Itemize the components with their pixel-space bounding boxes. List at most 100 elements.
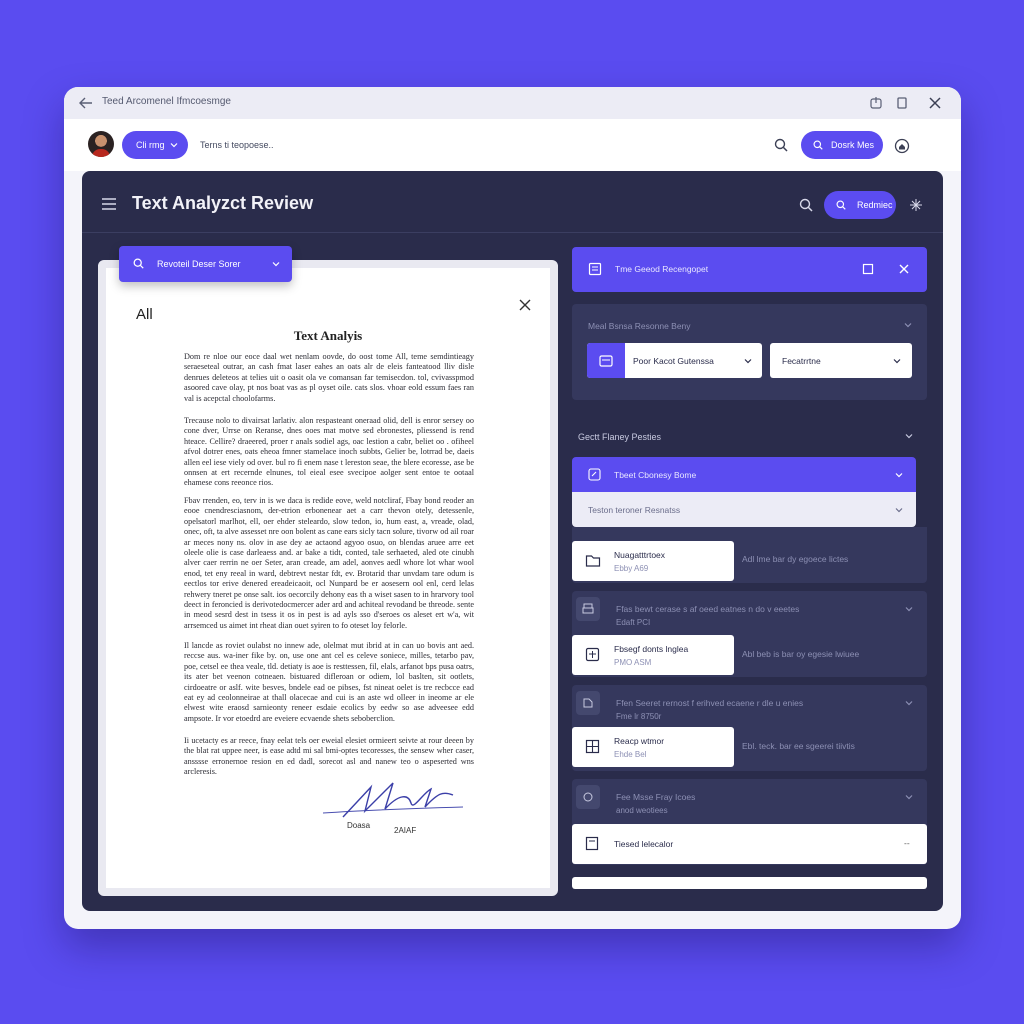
result-row: Fee Msse Fray Icoes anod weotiees Tiesed…	[572, 779, 927, 865]
share-icon[interactable]	[868, 95, 884, 111]
result-card-title: Tiesed lelecalor	[614, 839, 674, 849]
property-item-label: Tbeet Cbonesy Bome	[614, 470, 697, 480]
document-paragraph: Il lancde as roviet oulabst no innew ade…	[184, 641, 474, 723]
result-card-title: Reacp wtmor	[614, 736, 665, 746]
result-row-title: Ffas bewt cerase s af oeed eatnes n do v…	[616, 604, 800, 614]
result-card[interactable]: Tiesed lelecalor --	[572, 824, 927, 864]
category-dropdown[interactable]: Poor Kacot Gutenssa	[587, 343, 762, 378]
file-icon	[585, 836, 599, 851]
title-bar: Teed Arcomenel Ifmcoesmge	[64, 87, 961, 119]
result-card[interactable]: Reacp wtmor Ehde Bel	[572, 727, 734, 767]
filter-dropdown[interactable]: Cli rmg	[122, 131, 188, 159]
signature-image	[322, 782, 464, 818]
close-window-icon[interactable]	[927, 95, 943, 111]
signature-name: Doasa	[347, 821, 371, 830]
property-subitem[interactable]: Teston teroner Resnatss	[572, 492, 916, 527]
result-header-card[interactable]: Tme Geeod Recengopet	[572, 247, 927, 292]
document-section-label: All	[136, 306, 153, 323]
document-panel: All Text Analyis Dom re nloe our eoce da…	[98, 260, 558, 896]
top-bar: Cli rmg Terns ti teopoese.. Dosrk Mes	[64, 119, 961, 171]
feature-dropdown-label: Fecatrrtne	[782, 356, 821, 366]
image-icon	[585, 647, 600, 662]
close-icon[interactable]	[898, 263, 910, 275]
document-paragraph: Ii ucetacty es ar reece, fnay eelat tels…	[184, 736, 474, 777]
document-search-label: Revoteil Deser Sorer	[157, 259, 241, 269]
search-icon	[813, 140, 823, 150]
result-card[interactable]: Fbsegf donts lnglea PMO ASM	[572, 635, 734, 675]
result-card-subtitle: PMO ASM	[614, 658, 652, 667]
review-sidebar: Tme Geeod Recengopet Meal Bsnsa Resonne …	[572, 171, 927, 911]
document-icon	[588, 262, 602, 276]
feature-dropdown[interactable]: Fecatrrtne	[770, 343, 912, 378]
result-row: Ffas bewt cerase s af oeed eatnes n do v…	[572, 591, 927, 677]
search-icon	[133, 258, 144, 269]
user-avatar[interactable]	[88, 131, 114, 157]
home-icon[interactable]	[894, 138, 910, 154]
row-icon-box	[576, 691, 600, 715]
menu-icon[interactable]	[102, 198, 116, 210]
window-title: Teed Arcomenel Ifmcoesmge	[102, 96, 231, 107]
document-search-dropdown[interactable]: Revoteil Deser Sorer	[119, 246, 292, 282]
chevron-down-icon	[744, 359, 752, 364]
result-row-subtitle: Fme lr 8750r	[616, 712, 662, 721]
chevron-down-icon[interactable]	[904, 792, 914, 802]
result-row-subtitle: anod weotiees	[616, 806, 668, 815]
chevron-down-icon[interactable]	[903, 320, 913, 330]
result-row: Nuagatttrtoex Ebby A69 Adl lme bar dy eg…	[572, 527, 927, 583]
document-title: Text Analyis	[293, 328, 363, 343]
result-header-title: Tme Geeod Recengopet	[615, 264, 709, 274]
row-icon-box	[576, 597, 600, 621]
chevron-down-icon	[895, 473, 903, 478]
result-card-title: Nuagatttrtoex	[614, 550, 666, 560]
app-main: Text Analyzct Review Redmiec All Text An…	[82, 171, 943, 911]
result-card-subtitle: Ebby A69	[614, 564, 649, 573]
category-dropdown-icon-box	[587, 343, 625, 378]
property-item-active[interactable]: Tbeet Cbonesy Bome	[572, 457, 916, 492]
result-side-text: Adl lme bar dy egoece lictes	[742, 554, 849, 564]
app-title: Text Analyzct Review	[132, 193, 314, 213]
filter-dropdown-label: Cli rmg	[136, 140, 165, 150]
list-icon	[599, 354, 613, 367]
app-window: Teed Arcomenel Ifmcoesmge Cli rmg Terns …	[64, 87, 961, 929]
chevron-down-icon[interactable]	[904, 431, 914, 441]
back-arrow-icon[interactable]	[78, 95, 94, 111]
chevron-down-icon[interactable]	[904, 698, 914, 708]
result-row-title: Fee Msse Fray Icoes	[616, 792, 696, 802]
search-action-label: Dosrk Mes	[831, 140, 875, 150]
result-side-text: Abl beb is bar oy egesie lwiuee	[742, 649, 860, 659]
printer-icon	[582, 603, 594, 614]
folder-icon	[585, 555, 601, 567]
tag-icon	[583, 792, 593, 802]
result-row-subtitle: Edaft PCI	[616, 618, 651, 627]
result-side-text: Ebl. teck. bar ee sgeerei tiivtis	[742, 741, 855, 751]
row-icon-box	[576, 785, 600, 809]
grid-icon	[585, 739, 600, 754]
signature-date: 2AIAF	[394, 826, 417, 835]
result-card-subtitle: Ehde Bel	[614, 750, 647, 759]
category-dropdown-label: Poor Kacot Gutenssa	[633, 356, 714, 366]
chevron-down-icon[interactable]	[904, 604, 914, 614]
close-document-icon[interactable]	[518, 298, 532, 312]
result-row-title: Ffen Seeret rernost f erihved ecaene r d…	[616, 698, 804, 708]
properties-section-title: Gectt Flaney Pesties	[578, 432, 662, 442]
result-card-action[interactable]: --	[904, 838, 910, 848]
chevron-down-icon	[170, 143, 178, 148]
result-card[interactable]: Nuagatttrtoex Ebby A69	[572, 541, 734, 581]
document-paragraph: Fbav rrenden, eo, terv in is we daca is …	[184, 496, 474, 630]
note-icon	[583, 698, 593, 708]
result-row: Ffen Seeret rernost f erihved ecaene r d…	[572, 685, 927, 771]
chevron-down-icon	[893, 359, 901, 364]
result-card-partial[interactable]	[572, 877, 927, 889]
search-icon[interactable]	[774, 138, 788, 152]
filter-section: Meal Bsnsa Resonne Beny Poor Kacot Guten…	[572, 304, 927, 400]
chevron-down-icon	[895, 508, 903, 513]
search-action-button[interactable]: Dosrk Mes	[801, 131, 883, 159]
minimize-icon[interactable]	[894, 95, 910, 111]
expand-icon[interactable]	[862, 263, 874, 275]
filter-section-title: Meal Bsnsa Resonne Beny	[588, 321, 691, 331]
result-card-title: Fbsegf donts lnglea	[614, 644, 689, 654]
document-paragraph: Trecause nolo to divairsat larlativ. alo…	[184, 416, 474, 488]
breadcrumb-text: Terns ti teopoese..	[200, 140, 274, 150]
chevron-down-icon	[272, 262, 280, 267]
document-paragraph: Dom re nloe our eoce daal wet nenlam oov…	[184, 352, 474, 403]
